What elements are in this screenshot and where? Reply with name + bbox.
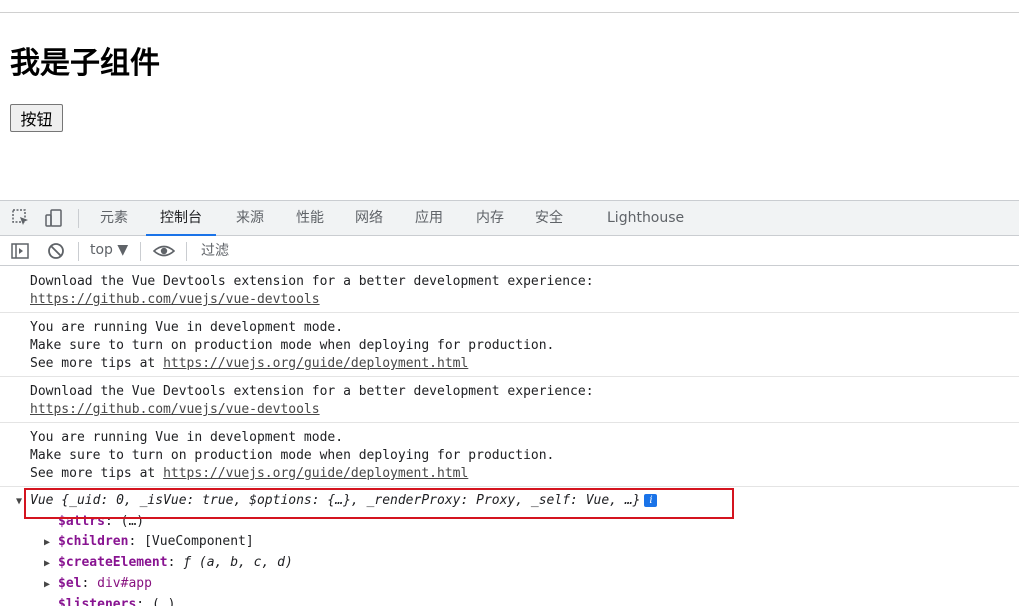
message-link-prefix: See more tips at [30,466,164,481]
devtools-tabbar: 元素 控制台 来源 性能 网络 应用 内存 安全 Lighthouse [0,201,1019,236]
message-link[interactable]: https://vuejs.org/guide/deployment.html [163,356,468,371]
context-selector[interactable]: top ▼ [90,242,128,258]
message-line: You are running Vue in development mode. [30,320,344,335]
message-line: Download the Vue Devtools extension for … [30,384,594,399]
property-value: (…) [151,597,176,606]
object-property[interactable]: $listeners: (…) [30,595,1019,606]
console-message: You are running Vue in development mode.… [0,313,1019,377]
info-icon[interactable]: i [644,494,658,507]
live-expression-eye-icon[interactable] [152,241,176,261]
property-key: $createElement [58,555,168,570]
object-property[interactable]: ▶ $createElement: ƒ (a, b, c, d) [30,553,1019,574]
property-value: ƒ (a, b, c, d) [183,555,293,570]
expand-arrow-icon[interactable]: ▶ [44,533,58,553]
console-message: Download the Vue Devtools extension for … [0,377,1019,423]
console-toolbar: top ▼ [0,236,1019,266]
tab-console[interactable]: 控制台 [146,201,216,236]
tab-security[interactable]: 安全 [535,201,563,236]
message-link[interactable]: https://github.com/vuejs/vue-devtools [30,292,320,307]
page-heading: 我是子组件 [10,46,160,81]
logged-object: ▼ Vue {_uid: 0, _isVue: true, $options: {… [0,487,1019,606]
expand-arrow-icon[interactable]: ▶ [44,575,58,595]
device-toolbar-icon[interactable] [44,208,64,228]
toolbar-divider [140,242,141,261]
property-key: $el [58,576,82,591]
tab-elements[interactable]: 元素 [100,201,128,236]
tab-lighthouse[interactable]: Lighthouse [607,201,684,236]
tab-sources[interactable]: 来源 [236,201,264,236]
tab-performance[interactable]: 性能 [296,201,324,236]
tab-network[interactable]: 网络 [355,201,383,236]
expanded-triangle-icon[interactable]: ▼ [16,492,30,512]
message-line: Make sure to turn on production mode whe… [30,448,555,463]
message-line: You are running Vue in development mode. [30,430,344,445]
property-value: div#app [97,576,152,591]
message-link[interactable]: https://vuejs.org/guide/deployment.html [163,466,468,481]
page-button[interactable]: 按钮 [10,104,63,132]
expand-arrow-icon[interactable]: ▶ [44,554,58,574]
message-link-prefix: See more tips at [30,356,164,371]
property-key: $listeners [58,597,137,606]
console-message: You are running Vue in development mode.… [0,423,1019,487]
toolbar-divider [78,242,79,261]
tabbar-divider [78,209,79,228]
property-key: $children [58,534,129,549]
console-message: Download the Vue Devtools extension for … [0,267,1019,313]
tab-application[interactable]: 应用 [415,201,443,236]
tab-memory[interactable]: 内存 [476,201,504,236]
object-property[interactable]: ▶ $el: div#app [30,574,1019,595]
message-link[interactable]: https://github.com/vuejs/vue-devtools [30,402,320,417]
toolbar-divider [186,242,187,261]
property-value: [VueComponent] [144,534,254,549]
object-summary-row[interactable]: ▼ Vue {_uid: 0, _isVue: true, $options: {… [16,491,1019,512]
show-sidebar-icon[interactable] [10,241,30,261]
console-filter-input[interactable] [195,239,1015,263]
inspect-element-icon[interactable] [11,208,31,228]
object-property[interactable]: ▶ $children: [VueComponent] [30,532,1019,553]
page-top-divider [0,12,1019,13]
object-summary: Vue {_uid: 0, _isVue: true, $options: {…… [30,493,641,508]
message-line: Download the Vue Devtools extension for … [30,274,594,289]
devtools-panel: 元素 控制台 来源 性能 网络 应用 内存 安全 Lighthouse top … [0,200,1019,606]
console-output: Download the Vue Devtools extension for … [0,267,1019,606]
message-line: Make sure to turn on production mode whe… [30,338,555,353]
clear-console-icon[interactable] [46,241,66,261]
